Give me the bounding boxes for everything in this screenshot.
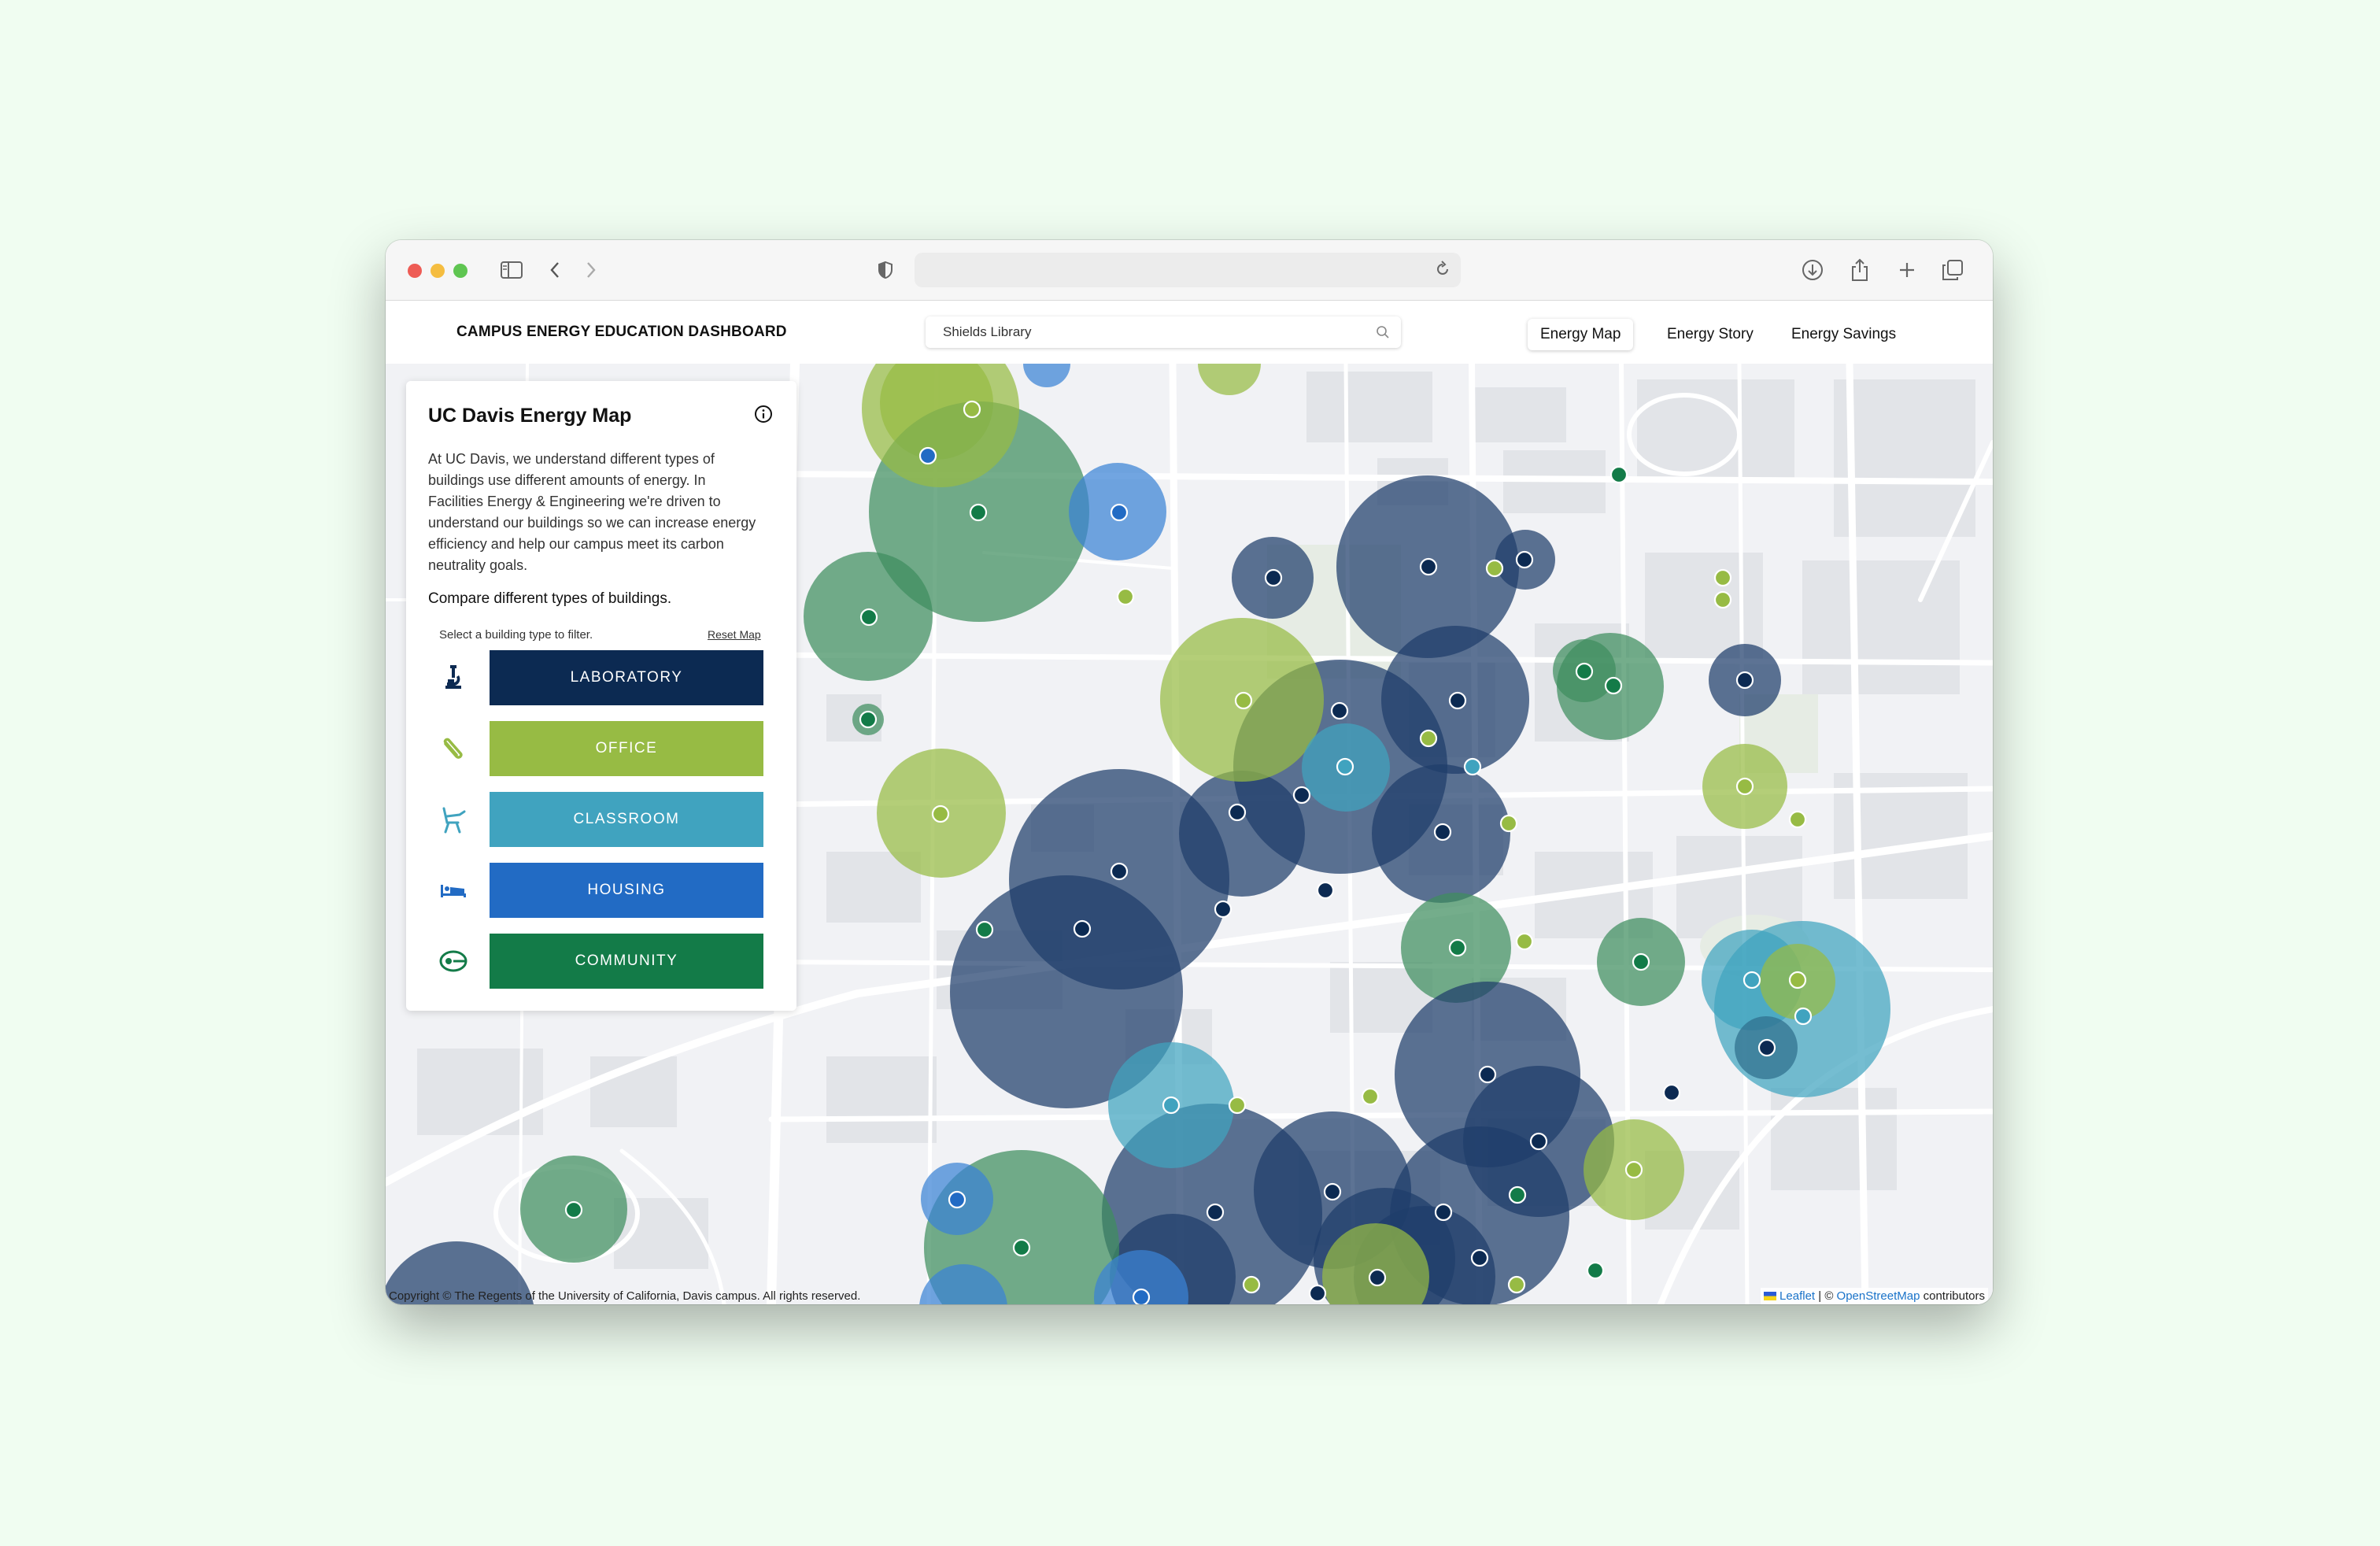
privacy-shield-icon[interactable] [874, 254, 897, 286]
new-tab-icon[interactable] [1894, 254, 1920, 286]
bed-icon [438, 875, 469, 906]
filter-row-classroom: CLASSROOM [406, 792, 796, 847]
reload-icon[interactable] [1434, 261, 1451, 282]
search-input[interactable] [926, 316, 1352, 348]
filter-row-community: COMMUNITY [406, 934, 796, 989]
community-icon [438, 945, 469, 977]
filter-community-button[interactable]: COMMUNITY [490, 934, 763, 989]
compare-heading: Compare different types of buildings. [428, 590, 672, 607]
filter-office-button[interactable]: OFFICE [490, 721, 763, 776]
forward-icon[interactable] [579, 254, 603, 286]
app-title: CAMPUS ENERGY EDUCATION DASHBOARD [456, 324, 787, 340]
browser-window: CAMPUS ENERGY EDUCATION DASHBOARD Energy… [386, 240, 1993, 1304]
filter-hint: Select a building type to filter. [439, 628, 593, 642]
filter-row-office: OFFICE [406, 721, 796, 776]
paperclip-icon [438, 733, 469, 764]
close-window-button[interactable] [408, 264, 422, 278]
attribution-suffix: contributors [1920, 1289, 1985, 1303]
filter-row-laboratory: LABORATORY [406, 650, 796, 705]
filter-row-housing: HOUSING [406, 863, 796, 918]
leaflet-link[interactable]: Leaflet [1779, 1289, 1815, 1303]
reset-map-link[interactable]: Reset Map [708, 628, 761, 641]
panel-title: UC Davis Energy Map [428, 405, 632, 427]
map-attribution: Leaflet | © OpenStreetMap contributors [1761, 1288, 1988, 1304]
desk-chair-icon [438, 804, 469, 835]
filter-laboratory-button[interactable]: LABORATORY [490, 650, 763, 705]
filter-housing-button[interactable]: HOUSING [490, 863, 763, 918]
share-icon[interactable] [1846, 254, 1873, 286]
browser-toolbar [386, 240, 1993, 301]
tab-overview-icon[interactable] [1939, 254, 1966, 286]
microscope-icon [438, 662, 469, 693]
panel-description: At UC Davis, we understand different typ… [428, 451, 756, 573]
openstreetmap-link[interactable]: OpenStreetMap [1837, 1289, 1920, 1303]
info-icon[interactable] [754, 405, 773, 427]
sidebar-toggle-icon[interactable] [496, 254, 527, 286]
back-icon[interactable] [543, 254, 567, 286]
search-box [926, 316, 1401, 348]
search-icon[interactable] [1376, 325, 1390, 343]
attribution-separator: | © [1815, 1289, 1837, 1303]
tab-energy-savings[interactable]: Energy Savings [1779, 319, 1909, 350]
zoom-window-button[interactable] [453, 264, 468, 278]
energy-map[interactable]: UC Davis Energy Map At UC Davis, we unde… [386, 364, 1993, 1304]
address-bar[interactable] [915, 253, 1461, 287]
download-icon[interactable] [1799, 254, 1826, 286]
minimize-window-button[interactable] [431, 264, 445, 278]
tab-energy-map[interactable]: Energy Map [1528, 319, 1634, 350]
app-header: CAMPUS ENERGY EDUCATION DASHBOARD Energy… [386, 301, 1993, 364]
map-copyright: Copyright © The Regents of the Universit… [389, 1289, 861, 1303]
tab-energy-story[interactable]: Energy Story [1654, 319, 1766, 350]
filter-classroom-button[interactable]: CLASSROOM [490, 792, 763, 847]
energy-map-panel: UC Davis Energy Map At UC Davis, we unde… [406, 381, 796, 1011]
ukraine-flag-icon [1764, 1292, 1777, 1300]
